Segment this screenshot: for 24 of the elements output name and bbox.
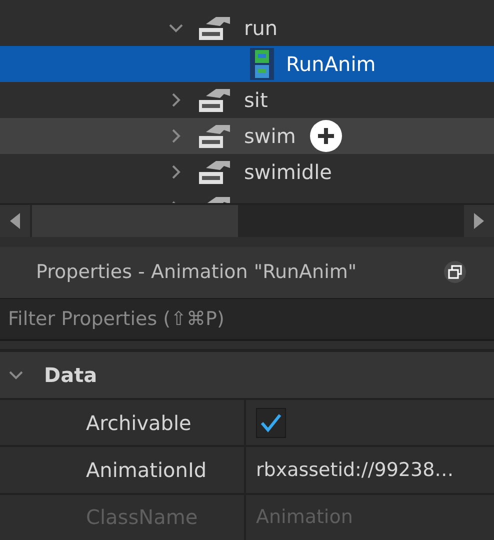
property-name: Archivable — [85, 410, 192, 435]
checkbox[interactable] — [256, 408, 286, 438]
tree-item[interactable]: RunAnim — [0, 46, 494, 82]
restore-window-icon[interactable] — [444, 261, 466, 284]
panel-title: Properties - Animation "RunAnim" — [36, 261, 357, 284]
model-icon — [198, 158, 232, 186]
tree-item[interactable]: swim — [0, 118, 494, 154]
property-value[interactable]: rbxassetid://99238… — [256, 458, 454, 481]
scroll-left-button[interactable] — [0, 205, 30, 237]
scrollbar-thumb[interactable] — [32, 205, 238, 237]
tree-item[interactable]: sit — [0, 82, 494, 118]
tree-item[interactable]: run — [0, 10, 494, 46]
property-name: AnimationId — [85, 458, 208, 482]
film-icon — [250, 48, 274, 80]
model-icon — [198, 86, 232, 114]
model-icon — [198, 122, 232, 150]
section-header[interactable]: Data — [0, 349, 494, 398]
filter-field[interactable]: Filter Properties (⇧⌘P) — [0, 298, 494, 342]
triangle-right-icon — [474, 213, 484, 230]
tree-item[interactable]: swimidle — [0, 154, 494, 190]
add-icon[interactable] — [310, 120, 342, 152]
scroll-right-button[interactable] — [464, 205, 494, 237]
triangle-left-icon — [10, 213, 20, 230]
model-icon — [198, 14, 232, 42]
